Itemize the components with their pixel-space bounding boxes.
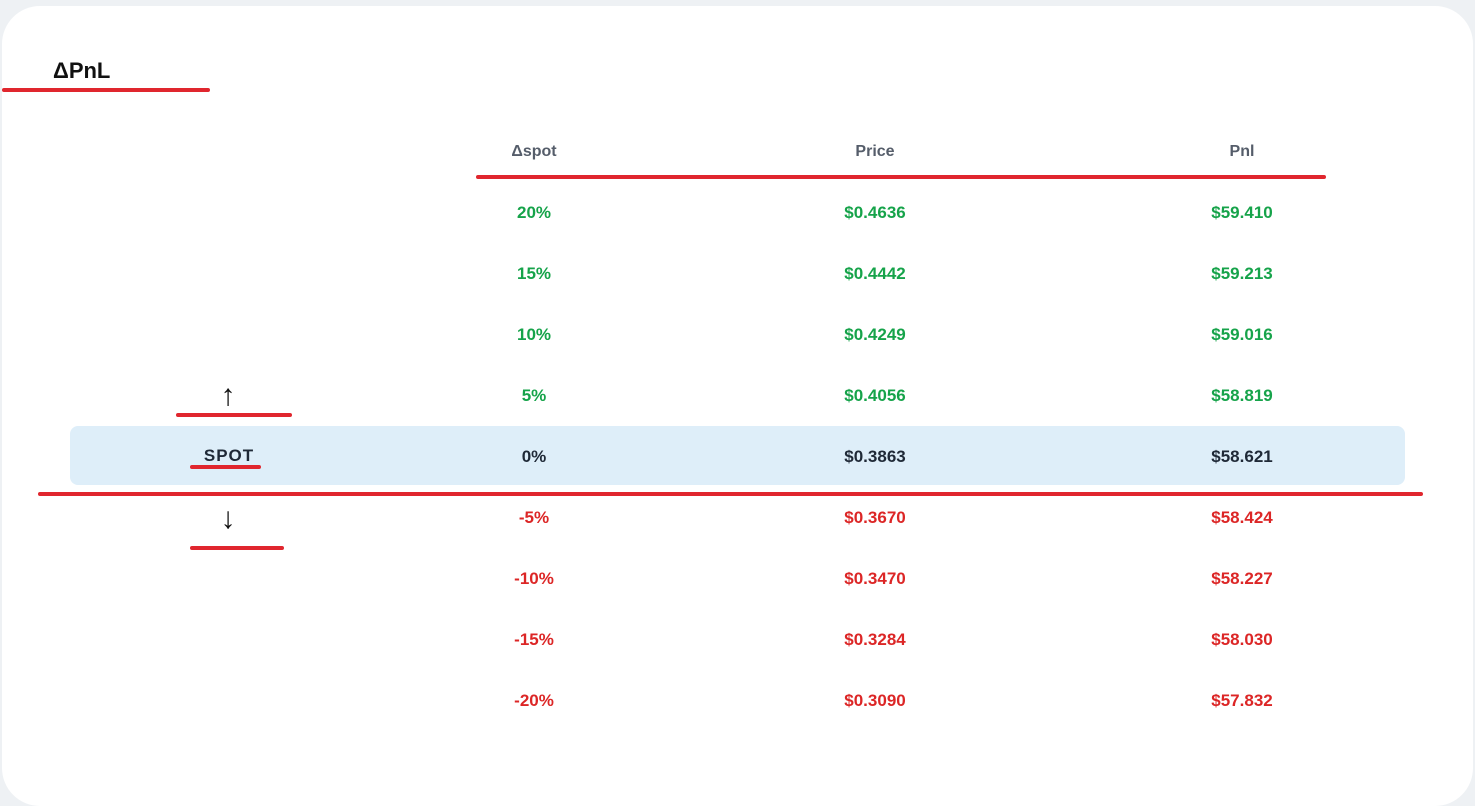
cell-pnl: $58.424 — [1211, 508, 1273, 527]
table-row: 10% $0.4249 $59.016 — [0, 305, 1475, 365]
cell-price: $0.3670 — [844, 508, 906, 527]
cell-pnl: $57.832 — [1211, 691, 1273, 710]
cell-pnl: $59.213 — [1211, 264, 1273, 283]
arrow-down-underline — [190, 546, 284, 550]
spot-label-underline — [190, 465, 261, 469]
column-header-pnl: Pnl — [1229, 143, 1255, 160]
cell-pnl: $58.030 — [1211, 630, 1273, 649]
table-row: -10% $0.3470 $58.227 — [0, 549, 1475, 609]
cell-pnl: $59.016 — [1211, 325, 1273, 344]
column-header-spot: Δspot — [511, 143, 557, 160]
cell-spot: -10% — [514, 569, 554, 588]
cell-spot: 15% — [516, 264, 552, 283]
cell-price: $0.4249 — [844, 325, 906, 344]
cell-price: $0.3863 — [844, 447, 906, 466]
cell-pnl: $59.410 — [1211, 203, 1273, 222]
cell-pnl: $58.621 — [1211, 447, 1273, 466]
cell-spot: -15% — [514, 630, 554, 649]
table-row: -15% $0.3284 $58.030 — [0, 610, 1475, 670]
column-header-price: Price — [855, 143, 895, 160]
header-underline — [476, 175, 1326, 179]
spot-label: SPOT — [203, 446, 255, 465]
cell-spot: 20% — [516, 203, 552, 222]
table-row: 20% $0.4636 $59.410 — [0, 183, 1475, 243]
spot-divider-line — [38, 492, 1423, 496]
cell-price: $0.4636 — [844, 203, 906, 222]
arrow-up-icon: ↑ — [220, 379, 236, 412]
arrow-up-underline — [176, 413, 292, 417]
page-title: ΔPnL — [53, 58, 111, 83]
title-underline — [2, 88, 210, 92]
cell-spot: -20% — [514, 691, 554, 710]
cell-spot: 0% — [521, 447, 547, 466]
table-row: 15% $0.4442 $59.213 — [0, 244, 1475, 304]
cell-pnl: $58.227 — [1211, 569, 1273, 588]
cell-price: $0.4442 — [844, 264, 906, 283]
cell-price: $0.3090 — [844, 691, 906, 710]
cell-price: $0.3284 — [844, 630, 906, 649]
cell-spot: -5% — [518, 508, 550, 527]
arrow-down-icon: ↓ — [220, 502, 236, 535]
table-row: -20% $0.3090 $57.832 — [0, 671, 1475, 731]
cell-price: $0.4056 — [844, 386, 906, 405]
cell-price: $0.3470 — [844, 569, 906, 588]
cell-pnl: $58.819 — [1211, 386, 1273, 405]
cell-spot: 10% — [516, 325, 552, 344]
cell-spot: 5% — [521, 386, 547, 405]
